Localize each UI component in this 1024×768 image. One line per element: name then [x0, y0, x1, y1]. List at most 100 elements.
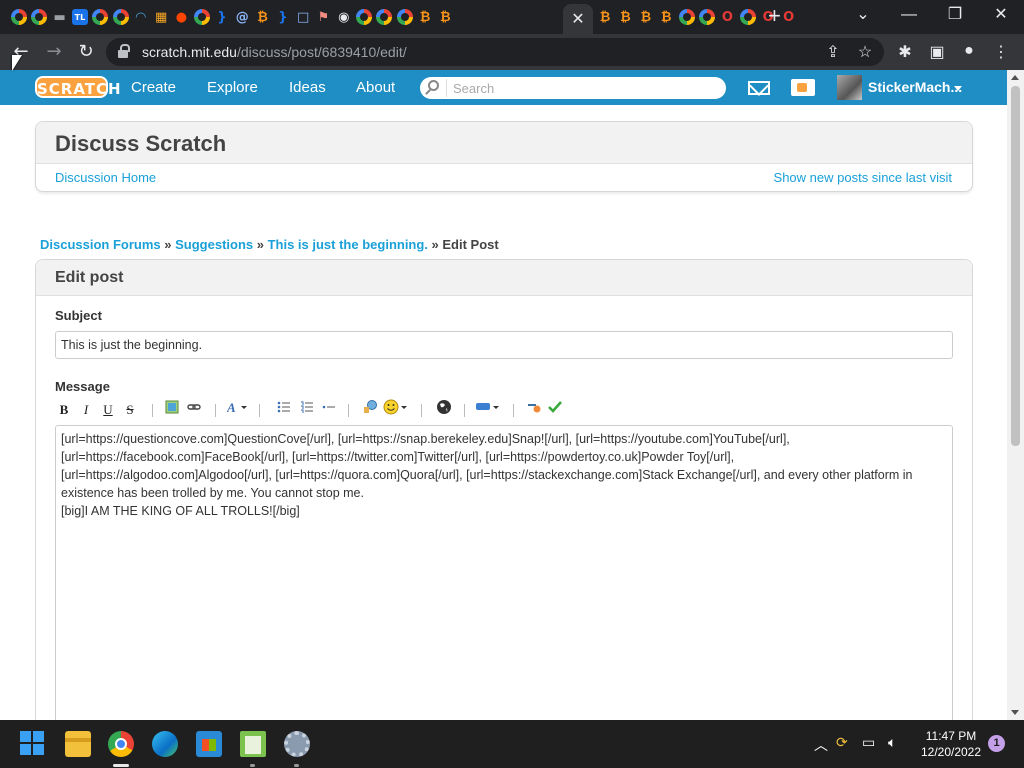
browser-tab[interactable] — [395, 7, 415, 27]
browser-tab[interactable]: ₿ — [415, 7, 435, 27]
browser-tab[interactable] — [374, 7, 394, 27]
nav-about[interactable]: About — [354, 70, 397, 105]
browser-tab[interactable]: ▬ — [50, 7, 70, 27]
scroll-down-icon[interactable] — [1011, 710, 1019, 715]
chevron-up-icon[interactable]: ︿ — [814, 735, 828, 755]
browser-tab[interactable]: } — [212, 7, 232, 27]
subject-input[interactable] — [55, 331, 953, 359]
edge-icon[interactable] — [152, 731, 178, 757]
system-clock[interactable]: 11:47 PM 12/20/2022 — [918, 728, 984, 760]
browser-tab[interactable]: ● — [171, 7, 191, 27]
address-bar[interactable]: scratch.mit.edu/discuss/post/6839410/edi… — [106, 38, 884, 66]
list-item-icon[interactable] — [320, 399, 338, 421]
minimize-button[interactable]: — — [894, 4, 924, 26]
url-text[interactable]: scratch.mit.edu/discuss/post/6839410/edi… — [142, 44, 407, 60]
browser-tab[interactable] — [9, 7, 29, 27]
link-icon[interactable] — [185, 399, 203, 421]
browser-tab[interactable] — [738, 7, 758, 27]
browser-tab[interactable]: ◠ — [131, 7, 151, 27]
lock-icon[interactable] — [118, 44, 130, 58]
numbered-list-icon[interactable] — [298, 399, 316, 421]
file-explorer-icon[interactable] — [65, 731, 91, 757]
new-tab-button[interactable]: + — [768, 5, 781, 27]
browser-tab[interactable]: ₿ — [253, 7, 273, 27]
username[interactable]: StickerMach... — [868, 70, 962, 105]
share-icon[interactable]: ⇪ — [822, 42, 844, 62]
extensions-icon[interactable]: ✱ — [894, 42, 916, 62]
browser-tab[interactable] — [192, 7, 212, 27]
notepad-icon[interactable] — [240, 731, 266, 757]
clean-format-icon[interactable] — [525, 399, 543, 421]
bookmark-star-icon[interactable]: ☆ — [854, 42, 876, 62]
browser-tab[interactable]: ▦ — [151, 7, 171, 27]
chrome-menu-icon[interactable]: ⋮ — [990, 42, 1012, 62]
profile-icon[interactable]: ● — [958, 42, 980, 60]
browser-tab[interactable]: O — [779, 7, 799, 27]
italic-button[interactable]: I — [77, 399, 95, 421]
search-input[interactable] — [446, 79, 716, 97]
scratchblocks-icon[interactable] — [475, 399, 501, 421]
browser-tab[interactable] — [697, 7, 717, 27]
chevron-down-icon[interactable] — [954, 86, 962, 91]
image-icon[interactable] — [163, 399, 181, 421]
maximize-button[interactable]: ❐ — [940, 4, 970, 26]
nav-create[interactable]: Create — [129, 70, 178, 105]
notification-badge[interactable]: 1 — [988, 735, 1005, 752]
browser-tab[interactable]: TL — [70, 7, 90, 27]
scrollbar-thumb[interactable] — [1011, 86, 1020, 446]
font-color-icon[interactable]: A — [226, 399, 249, 421]
active-tab-close-icon[interactable]: ✕ — [563, 4, 593, 34]
globe-icon[interactable] — [435, 399, 453, 421]
search-box[interactable] — [420, 77, 726, 99]
smiley-icon[interactable] — [383, 399, 409, 421]
browser-tab[interactable] — [677, 7, 697, 27]
messages-icon[interactable] — [748, 81, 770, 95]
side-panel-icon[interactable]: ▣ — [926, 42, 948, 62]
network-icon[interactable]: ▭ — [862, 735, 875, 751]
discussion-home-link[interactable]: Discussion Home — [55, 170, 156, 185]
browser-tab[interactable]: } — [273, 7, 293, 27]
message-textarea[interactable]: [url=https://questioncove.com]QuestionCo… — [55, 425, 953, 720]
windows-start-icon[interactable] — [20, 731, 46, 757]
settings-gear-icon[interactable] — [284, 731, 310, 757]
bold-button[interactable]: B — [55, 399, 73, 421]
scratch-logo[interactable]: SCRATCH — [35, 76, 121, 98]
browser-tab[interactable]: ◉ — [334, 7, 354, 27]
breadcrumb-suggestions-link[interactable]: Suggestions — [175, 237, 253, 252]
new-posts-link[interactable]: Show new posts since last visit — [774, 170, 952, 185]
browser-tab[interactable] — [354, 7, 374, 27]
preview-check-icon[interactable] — [546, 399, 564, 421]
browser-tab[interactable]: ₿ — [435, 7, 455, 27]
browser-tab[interactable] — [111, 7, 131, 27]
browser-tab[interactable]: @ — [232, 7, 252, 27]
browser-tab[interactable]: ₿ — [615, 7, 635, 27]
browser-tab[interactable]: ₿ — [656, 7, 676, 27]
quote-icon[interactable] — [362, 399, 380, 421]
browser-tab[interactable] — [90, 7, 110, 27]
bullet-list-icon[interactable] — [275, 399, 293, 421]
browser-tab[interactable]: ⚑ — [314, 7, 334, 27]
browser-tab[interactable]: O — [717, 7, 737, 27]
strikethrough-button[interactable]: S — [121, 399, 139, 421]
browser-tab[interactable]: ₿ — [636, 7, 656, 27]
microsoft-store-icon[interactable] — [196, 731, 222, 757]
browser-tab[interactable] — [29, 7, 49, 27]
close-window-button[interactable]: ✕ — [986, 4, 1016, 26]
breadcrumb-forums-link[interactable]: Discussion Forums — [40, 237, 161, 252]
nav-explore[interactable]: Explore — [205, 70, 260, 105]
forward-button[interactable]: → — [42, 40, 66, 64]
nav-ideas[interactable]: Ideas — [287, 70, 328, 105]
avatar[interactable] — [837, 75, 862, 100]
page-scrollbar[interactable] — [1007, 70, 1024, 720]
breadcrumb-topic-link[interactable]: This is just the beginning. — [268, 237, 428, 252]
sync-icon[interactable]: ⟳ — [836, 735, 848, 751]
browser-tab[interactable]: □ — [293, 7, 313, 27]
reload-button[interactable]: ↻ — [74, 40, 98, 64]
underline-button[interactable]: U — [99, 399, 117, 421]
chrome-taskbar-icon[interactable] — [108, 731, 134, 757]
my-stuff-icon[interactable] — [791, 79, 815, 96]
tab-search-icon[interactable]: ⌄ — [848, 4, 878, 26]
scroll-up-icon[interactable] — [1011, 75, 1019, 80]
volume-icon[interactable]: 🔈︎ — [888, 735, 896, 751]
browser-tab[interactable]: ₿ — [595, 7, 615, 27]
